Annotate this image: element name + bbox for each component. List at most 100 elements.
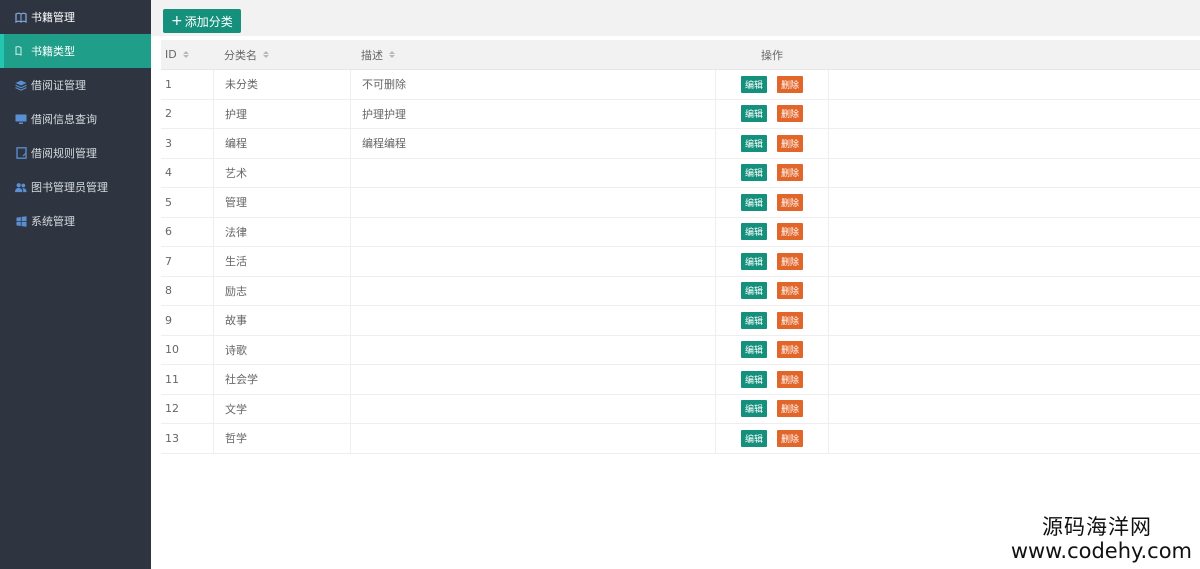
cell-name: 社会学 <box>213 365 350 394</box>
sidebar-item-label: 借阅规则管理 <box>31 147 97 160</box>
cell-desc <box>350 424 715 453</box>
sidebar-item-card-management[interactable]: 借阅证管理 <box>0 68 151 102</box>
cell-desc <box>350 217 715 246</box>
document-icon <box>15 147 27 159</box>
cell-actions: 编辑 删除 <box>715 188 829 217</box>
sidebar-item-label: 借阅证管理 <box>31 79 86 92</box>
cell-name: 诗歌 <box>213 335 350 364</box>
edit-button[interactable]: 编辑 <box>740 370 767 388</box>
cell-name: 编程 <box>213 129 350 158</box>
sort-icon[interactable] <box>389 51 395 58</box>
toolbar: + 添加分类 <box>151 0 1200 36</box>
cell-actions: 编辑 删除 <box>715 276 829 305</box>
edit-button[interactable]: 编辑 <box>740 311 767 329</box>
cell-desc <box>350 365 715 394</box>
header-name[interactable]: 分类名 <box>213 40 350 69</box>
header-desc-label: 描述 <box>361 48 383 62</box>
layers-icon <box>15 79 27 91</box>
sidebar-item-borrow-query[interactable]: 借阅信息查询 <box>0 102 151 136</box>
table-row: 6 法律 编辑 删除 <box>161 217 1200 247</box>
sidebar-item-system-management[interactable]: 系统管理 <box>0 204 151 238</box>
cell-desc: 不可删除 <box>350 70 715 99</box>
cell-id: 8 <box>165 284 172 298</box>
cell-actions: 编辑 删除 <box>715 335 829 364</box>
table-row: 10 诗歌 编辑 删除 <box>161 335 1200 365</box>
table-row: 3 编程 编程编程 编辑 删除 <box>161 129 1200 159</box>
sort-icon[interactable] <box>263 51 269 58</box>
windows-icon <box>15 215 27 227</box>
edit-button[interactable]: 编辑 <box>740 223 767 241</box>
cell-name: 故事 <box>213 306 350 335</box>
edit-button[interactable]: 编辑 <box>740 252 767 270</box>
edit-button[interactable]: 编辑 <box>740 164 767 182</box>
category-table: ID 分类名 描述 操作 1 未分类 不可删除 编辑 删除 2 护理 护理护理 编辑 删除 3 编程编… <box>161 40 1200 454</box>
cell-desc <box>350 158 715 187</box>
table-header: ID 分类名 描述 操作 <box>161 40 1200 70</box>
delete-button[interactable]: 删除 <box>777 282 804 300</box>
watermark: 源码海洋网 www.codehy.com <box>1011 515 1192 563</box>
watermark-title: 源码海洋网 <box>1042 514 1152 539</box>
table-row: 7 生活 编辑 删除 <box>161 247 1200 277</box>
header-op: 操作 <box>715 40 829 69</box>
sidebar-item-label: 图书管理员管理 <box>31 181 108 194</box>
cell-id: 6 <box>165 225 172 239</box>
header-op-label: 操作 <box>761 48 783 62</box>
monitor-icon <box>15 113 27 125</box>
edit-button[interactable]: 编辑 <box>740 193 767 211</box>
edit-button[interactable]: 编辑 <box>740 75 767 93</box>
cell-actions: 编辑 删除 <box>715 70 829 99</box>
edit-button[interactable]: 编辑 <box>740 429 767 447</box>
cell-id: 3 <box>165 136 172 150</box>
cell-id: 5 <box>165 195 172 209</box>
cell-name: 法律 <box>213 217 350 246</box>
table-row: 2 护理 护理护理 编辑 删除 <box>161 99 1200 129</box>
table-row: 12 文学 编辑 删除 <box>161 394 1200 424</box>
cell-actions: 编辑 删除 <box>715 99 829 128</box>
edit-button[interactable]: 编辑 <box>740 134 767 152</box>
cell-id: 2 <box>165 107 172 121</box>
sidebar-item-label: 系统管理 <box>31 215 75 228</box>
header-desc[interactable]: 描述 <box>350 40 715 69</box>
sidebar-item-librarian-management[interactable]: 图书管理员管理 <box>0 170 151 204</box>
delete-button[interactable]: 删除 <box>777 429 804 447</box>
delete-button[interactable]: 删除 <box>777 311 804 329</box>
delete-button[interactable]: 删除 <box>777 134 804 152</box>
delete-button[interactable]: 删除 <box>777 341 804 359</box>
sort-icon[interactable] <box>182 51 189 58</box>
cell-id: 12 <box>165 402 179 416</box>
edit-button[interactable]: 编辑 <box>740 282 767 300</box>
edit-button[interactable]: 编辑 <box>740 400 767 418</box>
edit-button[interactable]: 编辑 <box>740 105 767 123</box>
table-row: 11 社会学 编辑 删除 <box>161 365 1200 395</box>
edit-button[interactable]: 编辑 <box>740 341 767 359</box>
cell-desc <box>350 335 715 364</box>
sidebar-item-book-types[interactable]: 书籍类型 <box>0 34 151 68</box>
cell-name: 护理 <box>213 99 350 128</box>
cell-actions: 编辑 删除 <box>715 158 829 187</box>
add-category-button[interactable]: + 添加分类 <box>163 9 241 33</box>
delete-button[interactable]: 删除 <box>777 223 804 241</box>
sidebar-item-label: 借阅信息查询 <box>31 113 97 126</box>
cell-name: 励志 <box>213 276 350 305</box>
delete-button[interactable]: 删除 <box>777 75 804 93</box>
cell-name: 哲学 <box>213 424 350 453</box>
cell-name: 未分类 <box>213 70 350 99</box>
users-icon <box>15 181 27 193</box>
cell-name: 管理 <box>213 188 350 217</box>
cell-actions: 编辑 删除 <box>715 394 829 423</box>
delete-button[interactable]: 删除 <box>777 105 804 123</box>
delete-button[interactable]: 删除 <box>777 193 804 211</box>
sidebar-item-borrow-rules[interactable]: 借阅规则管理 <box>0 136 151 170</box>
watermark-url: www.codehy.com <box>1010 538 1192 563</box>
cell-name: 文学 <box>213 394 350 423</box>
header-name-label: 分类名 <box>224 48 257 62</box>
header-id[interactable]: ID <box>161 40 213 69</box>
main-content: + 添加分类 ID 分类名 描述 操作 1 未分类 不可删除 编辑 删除 2 护理 护理护理编… <box>151 0 1200 569</box>
delete-button[interactable]: 删除 <box>777 400 804 418</box>
delete-button[interactable]: 删除 <box>777 252 804 270</box>
cell-actions: 编辑 删除 <box>715 306 829 335</box>
cell-name: 生活 <box>213 247 350 276</box>
delete-button[interactable]: 删除 <box>777 164 804 182</box>
sidebar-item-book-management[interactable]: 书籍管理 <box>0 0 151 34</box>
delete-button[interactable]: 删除 <box>777 370 804 388</box>
